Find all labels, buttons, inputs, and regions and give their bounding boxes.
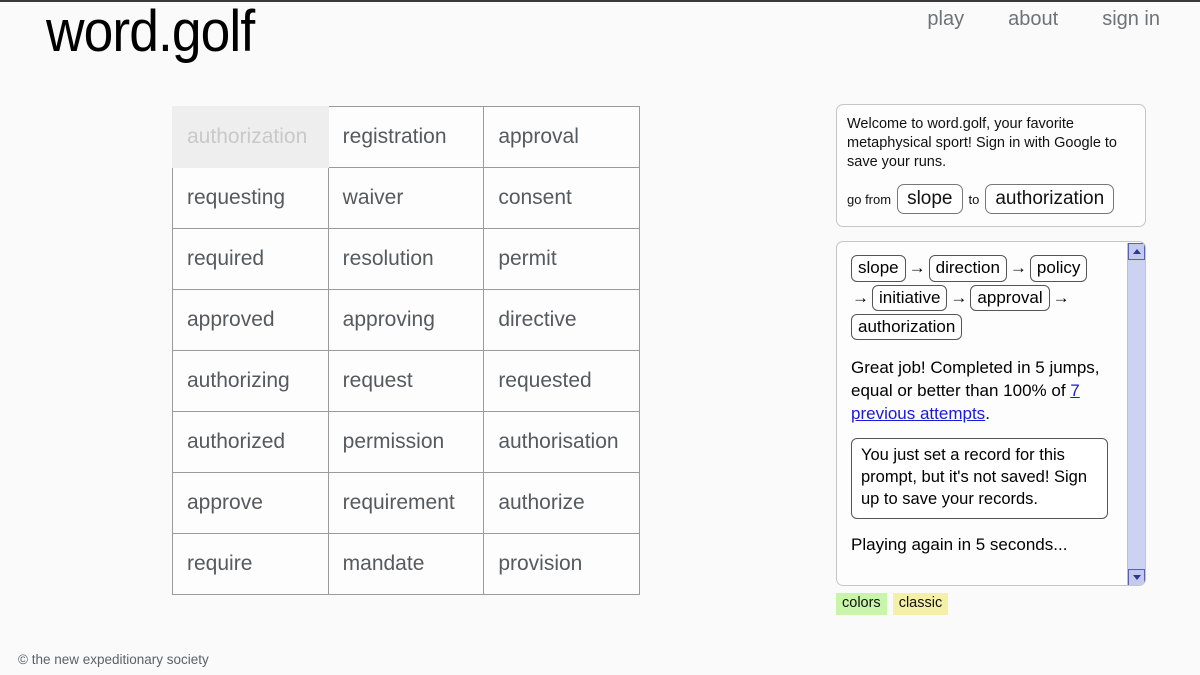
- table-row: approved approving directive: [172, 289, 640, 351]
- game-log-panel: slope → direction → policy → initiative …: [836, 241, 1146, 587]
- scroll-up-icon[interactable]: [1128, 243, 1145, 261]
- word-cell[interactable]: approving: [327, 289, 485, 351]
- result-message-prefix: Great job! Completed in 5 jumps, equal o…: [851, 358, 1100, 401]
- word-cell[interactable]: authorizing: [172, 350, 329, 412]
- arrow-right-icon: →: [1052, 287, 1070, 307]
- word-cell[interactable]: authorisation: [483, 411, 640, 473]
- word-choice-grid: authorization registration approval requ…: [172, 106, 640, 595]
- table-row: requesting waiver consent: [172, 167, 640, 229]
- word-grid-body: authorization registration approval requ…: [172, 106, 640, 595]
- site-title: word.golf: [46, 0, 255, 64]
- path-trail: slope → direction → policy → initiative …: [851, 254, 1108, 341]
- word-cell[interactable]: required: [172, 228, 329, 290]
- result-message-suffix: .: [985, 404, 990, 424]
- table-row: authorizing request requested: [172, 350, 640, 412]
- chevron-down-icon: [1132, 575, 1141, 581]
- word-cell[interactable]: authorize: [483, 472, 640, 534]
- result-message: Great job! Completed in 5 jumps, equal o…: [851, 357, 1108, 426]
- word-cell[interactable]: directive: [483, 289, 640, 351]
- word-cell[interactable]: requirement: [327, 472, 485, 534]
- trail-word: authorization: [851, 314, 963, 341]
- word-cell[interactable]: consent: [483, 167, 640, 229]
- arrow-right-icon: →: [852, 287, 869, 307]
- word-cell-used: authorization: [172, 106, 329, 168]
- arrow-right-icon: →: [1009, 258, 1027, 278]
- word-cell[interactable]: requesting: [172, 167, 329, 229]
- footer-copyright: © the new expeditionary society: [18, 652, 209, 667]
- badge-colors[interactable]: colors: [836, 593, 887, 616]
- word-cell[interactable]: permission: [327, 411, 485, 473]
- word-cell[interactable]: approved: [172, 289, 329, 351]
- word-cell[interactable]: approve: [172, 472, 329, 534]
- nav-link-play[interactable]: play: [927, 8, 964, 31]
- nav-link-sign-in[interactable]: sign in: [1102, 8, 1160, 31]
- word-cell[interactable]: mandate: [327, 533, 485, 595]
- word-cell[interactable]: resolution: [327, 228, 485, 290]
- main-nav: play about sign in: [927, 8, 1160, 31]
- table-row: approve requirement authorize: [172, 472, 640, 534]
- nav-link-about[interactable]: about: [1008, 8, 1058, 31]
- word-cell[interactable]: registration: [327, 106, 485, 168]
- side-column: Welcome to word.golf, your favorite meta…: [836, 104, 1146, 587]
- table-row: required resolution permit: [172, 228, 640, 290]
- word-cell[interactable]: require: [172, 533, 329, 595]
- theme-badges: colors classic: [836, 593, 949, 616]
- trail-word: policy: [1029, 255, 1088, 282]
- word-cell[interactable]: provision: [483, 533, 640, 595]
- game-log-content: slope → direction → policy → initiative …: [837, 242, 1120, 564]
- start-word-chip: slope: [897, 184, 963, 215]
- prompt-row: go from slope to authorization: [847, 184, 1135, 215]
- table-row: authorization registration approval: [172, 106, 640, 168]
- countdown-message: Playing again in 5 seconds...: [851, 534, 1068, 554]
- word-cell[interactable]: approval: [483, 106, 640, 168]
- record-notice-box: You just set a record for this prompt, b…: [851, 438, 1108, 519]
- trail-word: approval: [970, 284, 1050, 311]
- arrow-right-icon: →: [950, 287, 968, 307]
- scroll-down-icon[interactable]: [1128, 569, 1145, 586]
- welcome-message: Welcome to word.golf, your favorite meta…: [847, 116, 1117, 171]
- scrollbar-thumb[interactable]: [1128, 260, 1145, 570]
- badge-classic[interactable]: classic: [892, 593, 949, 616]
- table-row: authorized permission authorisation: [172, 411, 640, 473]
- word-cell[interactable]: waiver: [327, 167, 485, 229]
- page-header: word.golf play about sign in: [0, 0, 1200, 74]
- arrow-right-icon: →: [908, 258, 926, 278]
- trail-word: initiative: [872, 284, 948, 311]
- go-from-label: go from: [847, 191, 892, 207]
- trail-word: direction: [928, 255, 1007, 282]
- welcome-panel: Welcome to word.golf, your favorite meta…: [836, 104, 1146, 228]
- trail-word: slope: [851, 255, 906, 282]
- log-scrollbar[interactable]: [1127, 243, 1145, 586]
- to-label: to: [968, 191, 980, 207]
- chevron-up-icon: [1132, 249, 1141, 255]
- table-row: require mandate provision: [172, 533, 640, 595]
- target-word-chip: authorization: [985, 184, 1115, 215]
- word-cell[interactable]: requested: [483, 350, 640, 412]
- word-cell[interactable]: request: [327, 350, 485, 412]
- word-cell[interactable]: permit: [483, 228, 640, 290]
- word-cell[interactable]: authorized: [172, 411, 329, 473]
